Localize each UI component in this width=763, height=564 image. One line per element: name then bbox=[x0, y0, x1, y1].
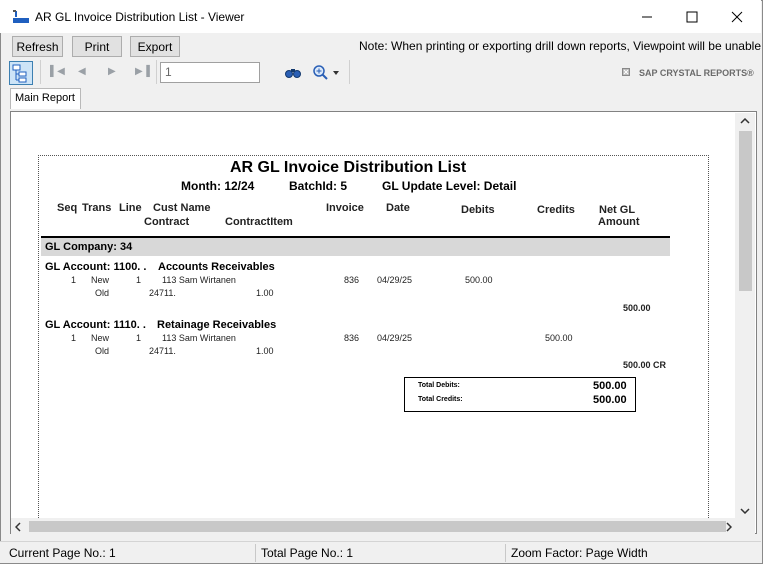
detail-line: 1 bbox=[136, 333, 142, 343]
scroll-up-icon[interactable] bbox=[740, 118, 750, 124]
gl-account-header: GL Account: 1100. . bbox=[45, 261, 147, 273]
col-invoice: Invoice bbox=[326, 202, 364, 214]
detail-date: 04/29/25 bbox=[377, 333, 413, 343]
maximize-icon bbox=[686, 11, 698, 22]
first-page-icon[interactable]: ▌◀ bbox=[50, 66, 65, 77]
print-button[interactable]: Print bbox=[72, 36, 122, 57]
detail-trans: New bbox=[91, 275, 110, 285]
col-net-gl: Net GL bbox=[599, 204, 636, 216]
goto-page-input[interactable]: 1 bbox=[160, 62, 260, 83]
detail-seq: 1 bbox=[71, 333, 77, 343]
col-seq: Seq bbox=[57, 202, 78, 214]
current-page-status: Current Page No.: 1 bbox=[9, 546, 116, 560]
gl-company: GL Company: 34 bbox=[45, 241, 133, 253]
title-bar: AR GL Invoice Distribution List - Viewer bbox=[0, 0, 761, 33]
crystal-logo-icon bbox=[622, 68, 630, 76]
col-credits: Credits bbox=[537, 204, 575, 216]
close-button[interactable] bbox=[714, 0, 760, 33]
last-page-icon[interactable]: ▶▐ bbox=[135, 66, 150, 77]
col-date: Date bbox=[386, 202, 410, 214]
group-tree-icon bbox=[12, 64, 27, 83]
account-subtotal: 500.00 bbox=[623, 303, 651, 313]
detail-contract: 24711. bbox=[149, 288, 176, 298]
detail-old-trans: Old bbox=[95, 288, 110, 298]
col-trans: Trans bbox=[82, 202, 112, 214]
detail-contract-item: 1.00 bbox=[256, 288, 274, 298]
detail-credit: 500.00 bbox=[545, 333, 573, 343]
status-divider bbox=[505, 544, 506, 562]
horizontal-scroll-thumb[interactable] bbox=[29, 521, 726, 532]
total-debits-value: 500.00 bbox=[593, 380, 627, 392]
detail-trans: New bbox=[91, 333, 110, 343]
tab-main-report[interactable]: Main Report bbox=[10, 88, 81, 109]
detail-line: 1 bbox=[136, 275, 142, 285]
zoom-dropdown-icon[interactable] bbox=[333, 71, 339, 75]
detail-customer: 113 Sam Wirtanen bbox=[162, 275, 236, 285]
detail-old-trans: Old bbox=[95, 346, 110, 356]
toolbar-separator bbox=[156, 60, 157, 84]
close-icon bbox=[731, 11, 743, 22]
detail-invoice: 836 bbox=[344, 275, 360, 285]
previous-page-icon[interactable]: ◀ bbox=[78, 66, 86, 77]
gl-account-name: Accounts Receivables bbox=[158, 261, 275, 273]
report-batch: BatchId: 5 bbox=[289, 179, 348, 193]
total-debits-label: Total Debits: bbox=[418, 382, 460, 389]
total-page-status: Total Page No.: 1 bbox=[261, 546, 354, 560]
detail-contract-item: 1.00 bbox=[256, 346, 274, 356]
minimize-icon bbox=[642, 16, 652, 17]
total-credits-value: 500.00 bbox=[593, 394, 627, 406]
detail-debit: 500.00 bbox=[465, 275, 493, 285]
total-credits-label: Total Credits: bbox=[418, 396, 463, 403]
find-icon[interactable] bbox=[285, 65, 301, 79]
detail-date: 04/29/25 bbox=[377, 275, 413, 285]
report-gl-level: GL Update Level: Detail bbox=[382, 179, 517, 193]
col-contract-item: ContractItem bbox=[225, 216, 293, 228]
status-divider bbox=[255, 544, 256, 562]
report-title: AR GL Invoice Distribution List bbox=[230, 159, 467, 176]
tab-label: Main Report bbox=[15, 92, 75, 104]
vertical-scroll-thumb[interactable] bbox=[739, 131, 752, 291]
detail-customer: 113 Sam Wirtanen bbox=[162, 333, 236, 343]
col-debits: Debits bbox=[461, 204, 495, 216]
minimize-button[interactable] bbox=[624, 0, 670, 33]
gl-account-header: GL Account: 1110. . bbox=[45, 319, 146, 331]
app-icon bbox=[13, 10, 29, 23]
scroll-right-icon[interactable] bbox=[726, 522, 732, 532]
window-title: AR GL Invoice Distribution List - Viewer bbox=[35, 10, 245, 24]
toolbar-separator bbox=[40, 60, 41, 84]
scroll-down-icon[interactable] bbox=[740, 508, 750, 514]
refresh-button[interactable]: Refresh bbox=[12, 36, 63, 57]
scroll-left-icon[interactable] bbox=[15, 522, 21, 532]
zoom-icon[interactable] bbox=[312, 64, 328, 80]
col-cust-name: Cust Name bbox=[153, 202, 211, 214]
gl-account-name: Retainage Receivables bbox=[157, 319, 277, 331]
gl-company-band bbox=[41, 238, 670, 256]
export-button[interactable]: Export bbox=[130, 36, 180, 57]
account-subtotal: 500.00 CR bbox=[623, 360, 667, 370]
detail-seq: 1 bbox=[71, 275, 77, 285]
col-contract: Contract bbox=[144, 216, 190, 228]
toolbar-separator bbox=[349, 60, 350, 84]
col-amount: Amount bbox=[598, 216, 640, 228]
crystal-reports-brand: SAP CRYSTAL REPORTS® bbox=[639, 68, 754, 78]
maximize-button[interactable] bbox=[669, 0, 715, 33]
toggle-group-tree-button[interactable] bbox=[9, 61, 33, 85]
zoom-status: Zoom Factor: Page Width bbox=[511, 546, 648, 560]
detail-contract: 24711. bbox=[149, 346, 176, 356]
detail-invoice: 836 bbox=[344, 333, 360, 343]
next-page-icon[interactable]: ▶ bbox=[108, 66, 116, 77]
report-month: Month: 12/24 bbox=[181, 179, 255, 193]
col-line: Line bbox=[119, 202, 142, 214]
drilldown-note: Note: When printing or exporting drill d… bbox=[359, 39, 761, 53]
